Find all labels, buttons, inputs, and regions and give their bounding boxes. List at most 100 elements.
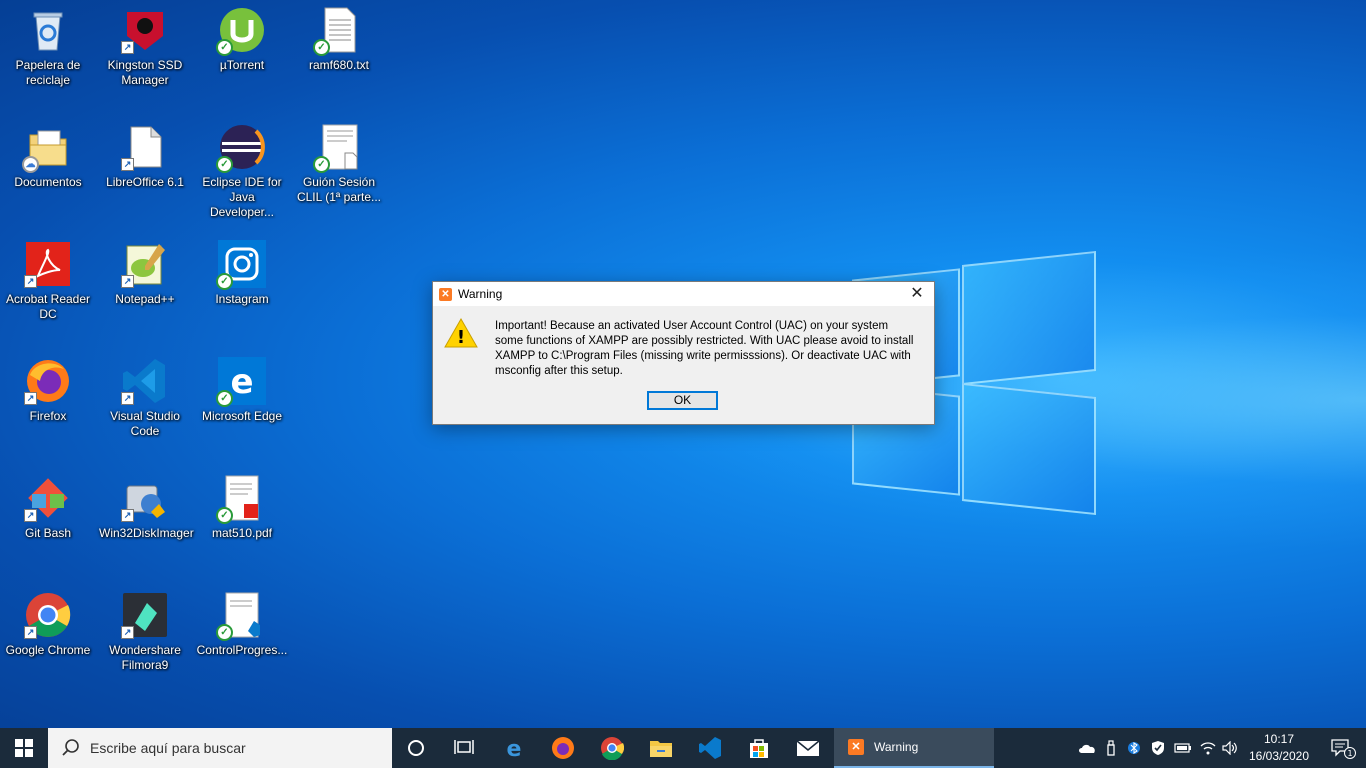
icon-label: Win32DiskImager bbox=[99, 526, 194, 540]
icon-label: Acrobat Reader DC bbox=[5, 292, 91, 321]
xampp-icon: ✕ bbox=[439, 287, 452, 301]
dialog-title: Warning bbox=[458, 287, 503, 301]
document-file-icon: ✓ bbox=[313, 123, 363, 173]
search-box[interactable]: Escribe aquí para buscar bbox=[48, 728, 392, 768]
synced-check-icon: ✓ bbox=[216, 390, 233, 407]
search-icon bbox=[62, 739, 79, 756]
desktop-icon-notepadpp[interactable]: ↗ Notepad++ bbox=[97, 234, 193, 344]
action-center-button[interactable]: 1 bbox=[1320, 728, 1366, 768]
icon-label: Google Chrome bbox=[5, 643, 91, 657]
wifi-tray[interactable] bbox=[1198, 728, 1218, 768]
vscode-icon bbox=[699, 737, 721, 759]
documents-folder-icon: ☁ bbox=[22, 123, 72, 173]
shortcut-arrow-icon: ↗ bbox=[121, 158, 134, 171]
desktop-icon-firefox[interactable]: ↗ Firefox bbox=[0, 351, 96, 461]
desktop-icon-kingston[interactable]: ↗ Kingston SSD Manager bbox=[97, 0, 193, 110]
icon-label: ControlProgres... bbox=[196, 643, 288, 657]
desktop-icon-edge[interactable]: e ✓ Microsoft Edge bbox=[194, 351, 290, 461]
shortcut-arrow-icon: ↗ bbox=[121, 275, 134, 288]
desktop-icon-recycle-bin[interactable]: Papelera de reciclaje bbox=[0, 0, 96, 110]
bluetooth-tray[interactable] bbox=[1124, 728, 1144, 768]
task-view-button[interactable] bbox=[440, 728, 488, 768]
pdf-file-icon: ✓ bbox=[216, 474, 266, 524]
clock[interactable]: 10:17 16/03/2020 bbox=[1244, 731, 1314, 765]
warning-icon: ! bbox=[444, 317, 478, 353]
usb-tray[interactable] bbox=[1102, 728, 1120, 768]
close-button[interactable]: ✕ bbox=[900, 282, 934, 306]
desktop-icon-instagram[interactable]: ✓ Instagram bbox=[194, 234, 290, 344]
xampp-icon: ✕ bbox=[848, 739, 864, 755]
vscode-icon: ↗ bbox=[121, 357, 169, 405]
icon-label: Visual Studio Code bbox=[110, 409, 180, 438]
security-tray[interactable] bbox=[1148, 728, 1168, 768]
taskbar-vscode[interactable] bbox=[686, 728, 734, 768]
wifi-icon bbox=[1200, 742, 1216, 755]
battery-tray[interactable] bbox=[1172, 728, 1194, 768]
desktop-icon-git-bash[interactable]: ↗ Git Bash bbox=[0, 468, 96, 578]
onedrive-tray[interactable] bbox=[1076, 728, 1098, 768]
clock-date: 16/03/2020 bbox=[1248, 749, 1310, 763]
security-icon bbox=[1152, 741, 1164, 755]
shortcut-arrow-icon: ↗ bbox=[24, 275, 37, 288]
taskbar-edge[interactable]: e bbox=[490, 728, 538, 768]
taskbar-warning-window[interactable]: ✕ Warning bbox=[834, 728, 994, 768]
shortcut-arrow-icon: ↗ bbox=[24, 509, 37, 522]
desktop-icon-vscode[interactable]: ↗ Visual Studio Code bbox=[97, 351, 193, 461]
desktop-icon-ramf680[interactable]: ✓ ramf680.txt bbox=[291, 0, 387, 110]
shortcut-arrow-icon: ↗ bbox=[121, 41, 134, 54]
firefox-icon bbox=[552, 737, 574, 759]
start-button[interactable] bbox=[0, 728, 48, 768]
volume-tray[interactable] bbox=[1220, 728, 1240, 768]
desktop-icon-documentos[interactable]: ☁ Documentos bbox=[0, 117, 96, 227]
taskbar-store[interactable] bbox=[735, 728, 783, 768]
shortcut-arrow-icon: ↗ bbox=[24, 626, 37, 639]
icon-label: Notepad++ bbox=[115, 292, 175, 306]
ok-button[interactable]: OK bbox=[647, 391, 718, 410]
usb-icon bbox=[1107, 740, 1115, 756]
svg-text:e: e bbox=[230, 362, 253, 402]
desktop-icon-libreoffice[interactable]: ↗ LibreOffice 6.1 bbox=[97, 117, 193, 227]
desktop-icon-filmora[interactable]: ↗ Wondershare Filmora9 bbox=[97, 585, 193, 695]
clock-time: 10:17 bbox=[1263, 732, 1295, 746]
icon-label: µTorrent bbox=[219, 58, 265, 72]
taskbar-file-explorer[interactable] bbox=[637, 728, 685, 768]
icon-label: Microsoft Edge bbox=[201, 409, 283, 423]
synced-check-icon: ✓ bbox=[216, 273, 233, 290]
icon-label: Firefox bbox=[29, 409, 67, 423]
desktop-icon-eclipse[interactable]: ✓ Eclipse IDE for Java Developer... bbox=[194, 117, 290, 227]
icon-label: mat510.pdf bbox=[211, 526, 273, 540]
notepadpp-icon: ↗ bbox=[121, 240, 169, 288]
desktop-icon-mat510[interactable]: ✓ mat510.pdf bbox=[194, 468, 290, 578]
desktop-icon-guion-sesion[interactable]: ✓ Guión Sesión CLIL (1ª parte... bbox=[291, 117, 387, 227]
battery-icon bbox=[1174, 743, 1191, 753]
desktop-icon-win32diskimager[interactable]: ↗ Win32DiskImager bbox=[97, 468, 194, 578]
desktop-icon-utorrent[interactable]: ✓ µTorrent bbox=[194, 0, 290, 110]
icon-label: LibreOffice 6.1 bbox=[106, 175, 184, 189]
diskimager-icon: ↗ bbox=[121, 474, 169, 522]
taskbar-firefox[interactable] bbox=[539, 728, 587, 768]
dialog-titlebar[interactable]: ✕ Warning ✕ bbox=[433, 282, 934, 306]
cortana-button[interactable] bbox=[392, 728, 440, 768]
shortcut-arrow-icon: ↗ bbox=[24, 392, 37, 405]
taskbar-window-title: Warning bbox=[874, 740, 919, 754]
taskbar-mail[interactable] bbox=[784, 728, 832, 768]
eclipse-icon: ✓ bbox=[216, 123, 266, 173]
synced-check-icon: ✓ bbox=[313, 39, 330, 56]
icon-label: Papelera de reciclaje bbox=[15, 58, 81, 87]
desktop-icon-acrobat[interactable]: ↗ Acrobat Reader DC bbox=[0, 234, 96, 344]
taskbar-chrome[interactable] bbox=[588, 728, 636, 768]
onedrive-icon bbox=[1079, 744, 1095, 753]
icon-label: Wondershare Filmora9 bbox=[109, 643, 181, 672]
icon-label: ramf680.txt bbox=[308, 58, 370, 72]
chrome-icon: ↗ bbox=[24, 591, 72, 639]
svg-text:!: ! bbox=[457, 327, 465, 348]
desktop-icon-chrome[interactable]: ↗ Google Chrome bbox=[0, 585, 96, 695]
svg-text:e: e bbox=[507, 737, 522, 759]
notification-count: 1 bbox=[1347, 749, 1352, 758]
dialog-message: Important! Because an activated User Acc… bbox=[495, 320, 914, 377]
desktop-icon-controlprogres[interactable]: ✓ ControlProgres... bbox=[194, 585, 290, 695]
vscode-file-icon: ✓ bbox=[216, 591, 266, 641]
cortana-icon bbox=[408, 740, 424, 756]
bluetooth-icon bbox=[1128, 741, 1140, 755]
acrobat-icon: ↗ bbox=[24, 240, 72, 288]
